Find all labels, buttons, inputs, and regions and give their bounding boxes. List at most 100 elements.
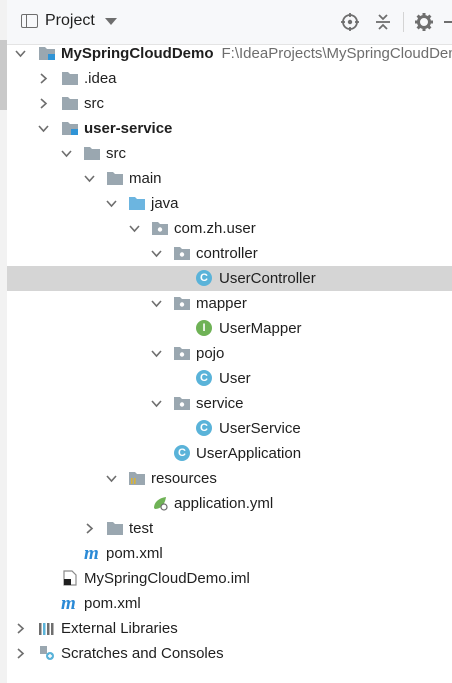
tree-row-idea[interactable]: .idea <box>7 66 452 91</box>
panel-icon[interactable] <box>21 14 38 28</box>
tree-label-pojo: pojo <box>196 345 225 362</box>
folder-icon <box>106 170 124 186</box>
tree-row-src-root[interactable]: src <box>7 91 452 116</box>
project-tree: MySpringCloudDemo F:\IdeaProjects\MySprin… <box>7 41 452 666</box>
chevron-down-icon[interactable] <box>129 223 140 234</box>
package-icon <box>173 395 191 411</box>
root-name: MySpringCloudDemo <box>61 45 214 62</box>
tree-row-main[interactable]: main <box>7 166 452 191</box>
maven-icon: m <box>84 543 99 564</box>
folder-icon <box>83 145 101 161</box>
module-folder-icon <box>61 120 79 136</box>
tree-row-user[interactable]: C User <box>7 366 452 391</box>
tree-label-test: test <box>129 520 154 537</box>
chevron-down-icon[interactable] <box>84 173 95 184</box>
tree-row-user-mapper[interactable]: I UserMapper <box>7 316 452 341</box>
tree-label-user: User <box>219 370 251 387</box>
tree-label-package: com.zh.user <box>174 220 256 237</box>
tree-label-resources: resources <box>151 470 217 487</box>
tree-row-user-service[interactable]: user-service <box>7 116 452 141</box>
panel-title[interactable]: Project <box>45 12 95 30</box>
tree-label-service: service <box>196 395 244 412</box>
tree-label-main: main <box>129 170 162 187</box>
tree-label-user-controller: UserController <box>219 270 316 287</box>
tree-label-root-pom: pom.xml <box>84 595 141 612</box>
resources-folder-icon <box>128 470 146 486</box>
tree-row-root[interactable]: MySpringCloudDemo F:\IdeaProjects\MySprin… <box>7 41 452 66</box>
tree-row-java[interactable]: java <box>7 191 452 216</box>
tree-label-controller: controller <box>196 245 258 262</box>
chevron-right-icon[interactable] <box>38 73 49 84</box>
tree-row-package[interactable]: com.zh.user <box>7 216 452 241</box>
tree-label-user-service: user-service <box>84 120 173 137</box>
tree-label-root: MySpringCloudDemo F:\IdeaProjects\MySprin… <box>61 41 452 66</box>
tree-row-service[interactable]: service <box>7 391 452 416</box>
tree-row-user-application[interactable]: C UserApplication <box>7 441 452 466</box>
chevron-down-icon[interactable] <box>15 48 26 59</box>
tree-label-mapper: mapper <box>196 295 247 312</box>
class-icon: C <box>196 420 212 436</box>
tree-label-src-root: src <box>84 95 104 112</box>
tree-label-java: java <box>151 195 179 212</box>
chevron-down-icon[interactable] <box>38 123 49 134</box>
package-icon <box>173 345 191 361</box>
spring-boot-class-icon: C <box>174 445 190 461</box>
tree-label-idea: .idea <box>84 70 117 87</box>
tree-label-external-libraries: External Libraries <box>61 620 178 637</box>
chevron-down-icon[interactable] <box>151 298 162 309</box>
root-path: F:\IdeaProjects\MySpringCloudDemo <box>221 45 452 62</box>
tool-strip-marker <box>0 40 7 110</box>
chevron-down-icon[interactable] <box>151 398 162 409</box>
folder-icon <box>61 95 79 111</box>
tree-row-iml[interactable]: MySpringCloudDemo.iml <box>7 566 452 591</box>
tree-row-root-pom[interactable]: m pom.xml <box>7 591 452 616</box>
toolbar-divider <box>403 12 404 32</box>
folder-icon <box>61 70 79 86</box>
spring-config-icon <box>151 495 169 511</box>
tree-label-user-service-class: UserService <box>219 420 301 437</box>
chevron-right-icon[interactable] <box>38 98 49 109</box>
chevron-down-icon[interactable] <box>151 248 162 259</box>
tree-label-module-pom: pom.xml <box>106 545 163 562</box>
tree-row-test[interactable]: test <box>7 516 452 541</box>
gear-icon[interactable] <box>414 12 434 32</box>
package-icon <box>173 245 191 261</box>
package-icon <box>173 295 191 311</box>
tree-row-external-libraries[interactable]: External Libraries <box>7 616 452 641</box>
tree-row-user-service-class[interactable]: C UserService <box>7 416 452 441</box>
tree-label-iml: MySpringCloudDemo.iml <box>84 570 250 587</box>
tree-row-src[interactable]: src <box>7 141 452 166</box>
libraries-icon <box>38 620 56 636</box>
left-tool-strip <box>0 0 7 683</box>
iml-file-icon <box>61 570 79 586</box>
chevron-right-icon[interactable] <box>15 623 26 634</box>
tree-row-user-controller[interactable]: C UserController <box>7 266 452 291</box>
maven-icon: m <box>61 593 76 614</box>
chevron-down-icon[interactable] <box>105 18 117 25</box>
source-folder-icon <box>128 195 146 211</box>
tree-row-mapper[interactable]: mapper <box>7 291 452 316</box>
chevron-right-icon[interactable] <box>84 523 95 534</box>
tree-row-pojo[interactable]: pojo <box>7 341 452 366</box>
tree-row-module-pom[interactable]: m pom.xml <box>7 541 452 566</box>
interface-icon: I <box>196 320 212 336</box>
tree-row-application-yml[interactable]: application.yml <box>7 491 452 516</box>
target-icon[interactable] <box>340 12 360 32</box>
minimize-icon[interactable] <box>444 21 452 23</box>
chevron-down-icon[interactable] <box>61 148 72 159</box>
folder-icon <box>106 520 124 536</box>
tree-row-resources[interactable]: resources <box>7 466 452 491</box>
chevron-down-icon[interactable] <box>151 348 162 359</box>
chevron-right-icon[interactable] <box>15 648 26 659</box>
scratches-icon <box>38 645 56 661</box>
tree-row-controller[interactable]: controller <box>7 241 452 266</box>
project-toolbar: Project <box>7 0 452 45</box>
tree-row-scratches[interactable]: Scratches and Consoles <box>7 641 452 666</box>
collapse-all-icon[interactable] <box>373 12 393 32</box>
chevron-down-icon[interactable] <box>106 198 117 209</box>
chevron-down-icon[interactable] <box>106 473 117 484</box>
package-icon <box>151 220 169 236</box>
tree-label-user-application: UserApplication <box>196 445 302 462</box>
tree-label-user-mapper: UserMapper <box>219 320 302 337</box>
tree-label-application-yml: application.yml <box>174 495 274 512</box>
